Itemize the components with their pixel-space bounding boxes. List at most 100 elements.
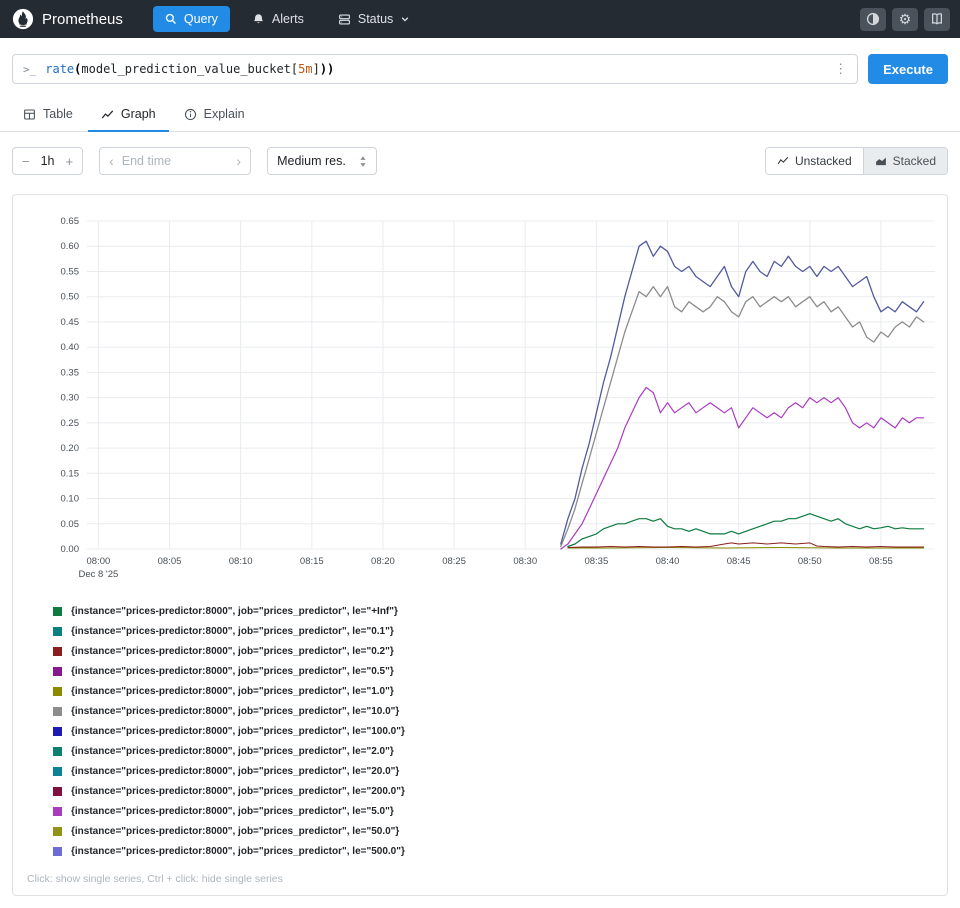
expr-rbracket: ] bbox=[313, 62, 320, 76]
tab-graph-label: Graph bbox=[121, 107, 156, 121]
legend-item[interactable]: {instance="prices-predictor:8000", job="… bbox=[53, 821, 937, 841]
legend-label: {instance="prices-predictor:8000", job="… bbox=[71, 706, 399, 717]
nav-alerts-label: Alerts bbox=[272, 12, 304, 26]
unstacked-button[interactable]: Unstacked bbox=[766, 148, 863, 174]
svg-text:0.50: 0.50 bbox=[61, 292, 80, 303]
svg-text:0.35: 0.35 bbox=[61, 367, 80, 378]
legend-item[interactable]: {instance="prices-predictor:8000", job="… bbox=[53, 641, 937, 661]
navbar-actions: ⚙ bbox=[860, 8, 950, 31]
area-chart-icon bbox=[875, 155, 887, 167]
graph-canvas[interactable]: 0.000.050.100.150.200.250.300.350.400.45… bbox=[23, 205, 945, 591]
svg-text:08:05: 08:05 bbox=[158, 556, 182, 567]
docs-button[interactable] bbox=[924, 8, 950, 31]
svg-text:0.55: 0.55 bbox=[61, 266, 80, 277]
svg-text:08:45: 08:45 bbox=[727, 556, 751, 567]
stacking-toggle: Unstacked Stacked bbox=[765, 147, 948, 175]
resolution-select[interactable]: Medium res. bbox=[267, 147, 377, 175]
svg-text:08:40: 08:40 bbox=[656, 556, 680, 567]
svg-text:08:30: 08:30 bbox=[513, 556, 537, 567]
theme-toggle-button[interactable] bbox=[860, 8, 886, 31]
graph-panel: 0.000.050.100.150.200.250.300.350.400.45… bbox=[12, 194, 948, 896]
nav-status-label: Status bbox=[358, 12, 393, 26]
legend-swatch bbox=[53, 807, 62, 816]
legend-item[interactable]: {instance="prices-predictor:8000", job="… bbox=[53, 621, 937, 641]
tab-explain[interactable]: Explain bbox=[171, 98, 258, 132]
tab-graph[interactable]: Graph bbox=[88, 98, 169, 132]
line-chart-icon bbox=[777, 155, 789, 167]
legend-item[interactable]: {instance="prices-predictor:8000", job="… bbox=[53, 701, 937, 721]
execute-button[interactable]: Execute bbox=[868, 54, 948, 84]
svg-text:0.10: 0.10 bbox=[61, 494, 80, 505]
legend-item[interactable]: {instance="prices-predictor:8000", job="… bbox=[53, 681, 937, 701]
expr-function: rate bbox=[45, 62, 74, 76]
range-value[interactable]: 1h bbox=[39, 154, 57, 168]
tab-explain-label: Explain bbox=[204, 107, 245, 121]
svg-text:08:55: 08:55 bbox=[869, 556, 893, 567]
promql-expression[interactable]: rate(model_prediction_value_bucket[5m])) bbox=[45, 62, 825, 76]
query-menu-kebab-icon[interactable]: ⋮ bbox=[834, 61, 847, 77]
legend-swatch bbox=[53, 747, 62, 756]
legend-swatch bbox=[53, 767, 62, 776]
graph-icon bbox=[101, 108, 114, 121]
expr-range: 5m bbox=[298, 62, 312, 76]
legend-item[interactable]: {instance="prices-predictor:8000", job="… bbox=[53, 721, 937, 741]
contrast-icon bbox=[866, 12, 880, 26]
svg-text:0.30: 0.30 bbox=[61, 393, 80, 404]
prometheus-logo-icon bbox=[12, 8, 34, 30]
result-tabs: Table Graph Explain bbox=[0, 98, 960, 132]
svg-text:Dec 8 '25: Dec 8 '25 bbox=[78, 569, 118, 580]
svg-text:08:15: 08:15 bbox=[300, 556, 324, 567]
nav-status[interactable]: Status bbox=[326, 6, 422, 32]
book-icon bbox=[930, 12, 944, 26]
chevron-down-icon bbox=[400, 14, 410, 24]
brand[interactable]: Prometheus bbox=[12, 8, 123, 30]
legend-item[interactable]: {instance="prices-predictor:8000", job="… bbox=[53, 761, 937, 781]
gear-icon: ⚙ bbox=[899, 12, 912, 26]
legend-label: {instance="prices-predictor:8000", job="… bbox=[71, 806, 394, 817]
legend-hint: Click: show single series, Ctrl + click:… bbox=[27, 873, 937, 885]
info-icon bbox=[184, 108, 197, 121]
svg-text:08:25: 08:25 bbox=[442, 556, 466, 567]
end-time-prev-icon[interactable]: ‹ bbox=[109, 153, 114, 169]
range-decrease-button[interactable]: − bbox=[13, 154, 39, 169]
svg-text:08:50: 08:50 bbox=[798, 556, 822, 567]
legend-label: {instance="prices-predictor:8000", job="… bbox=[71, 666, 394, 677]
series-dark-red-low bbox=[568, 543, 924, 548]
table-icon bbox=[23, 108, 36, 121]
tab-table-label: Table bbox=[43, 107, 73, 121]
legend-item[interactable]: {instance="prices-predictor:8000", job="… bbox=[53, 661, 937, 681]
graph-controls: − 1h + ‹ End time › Medium res. Unstacke… bbox=[0, 132, 960, 190]
svg-text:0.45: 0.45 bbox=[61, 317, 80, 328]
expr-metric: model_prediction_value_bucket bbox=[81, 62, 291, 76]
legend-item[interactable]: {instance="prices-predictor:8000", job="… bbox=[53, 801, 937, 821]
series-gray-high bbox=[561, 287, 924, 547]
legend-label: {instance="prices-predictor:8000", job="… bbox=[71, 646, 394, 657]
range-increase-button[interactable]: + bbox=[57, 154, 83, 169]
legend-item[interactable]: {instance="prices-predictor:8000", job="… bbox=[53, 741, 937, 761]
query-expression-input[interactable]: >_ rate(model_prediction_value_bucket[5m… bbox=[12, 54, 858, 84]
end-time-input[interactable]: ‹ End time › bbox=[99, 147, 251, 175]
tab-table[interactable]: Table bbox=[10, 98, 86, 132]
svg-text:08:00: 08:00 bbox=[86, 556, 110, 567]
query-row: >_ rate(model_prediction_value_bucket[5m… bbox=[0, 38, 960, 84]
select-updown-icon bbox=[359, 155, 367, 168]
range-stepper: − 1h + bbox=[12, 147, 83, 175]
svg-text:0.05: 0.05 bbox=[61, 519, 80, 530]
svg-text:08:10: 08:10 bbox=[229, 556, 253, 567]
legend-item[interactable]: {instance="prices-predictor:8000", job="… bbox=[53, 841, 937, 861]
terminal-prompt-icon: >_ bbox=[23, 63, 36, 76]
svg-text:0.25: 0.25 bbox=[61, 418, 80, 429]
nav-query[interactable]: Query bbox=[153, 6, 230, 32]
legend-item[interactable]: {instance="prices-predictor:8000", job="… bbox=[53, 601, 937, 621]
settings-button[interactable]: ⚙ bbox=[892, 8, 918, 31]
legend-swatch bbox=[53, 827, 62, 836]
svg-text:08:35: 08:35 bbox=[584, 556, 608, 567]
legend-label: {instance="prices-predictor:8000", job="… bbox=[71, 606, 398, 617]
legend-label: {instance="prices-predictor:8000", job="… bbox=[71, 766, 399, 777]
series-olive-flat bbox=[568, 548, 924, 549]
nav-alerts[interactable]: Alerts bbox=[240, 6, 316, 32]
stacked-button[interactable]: Stacked bbox=[863, 148, 947, 174]
svg-text:0.15: 0.15 bbox=[61, 468, 80, 479]
legend-item[interactable]: {instance="prices-predictor:8000", job="… bbox=[53, 781, 937, 801]
end-time-next-icon[interactable]: › bbox=[236, 153, 241, 169]
